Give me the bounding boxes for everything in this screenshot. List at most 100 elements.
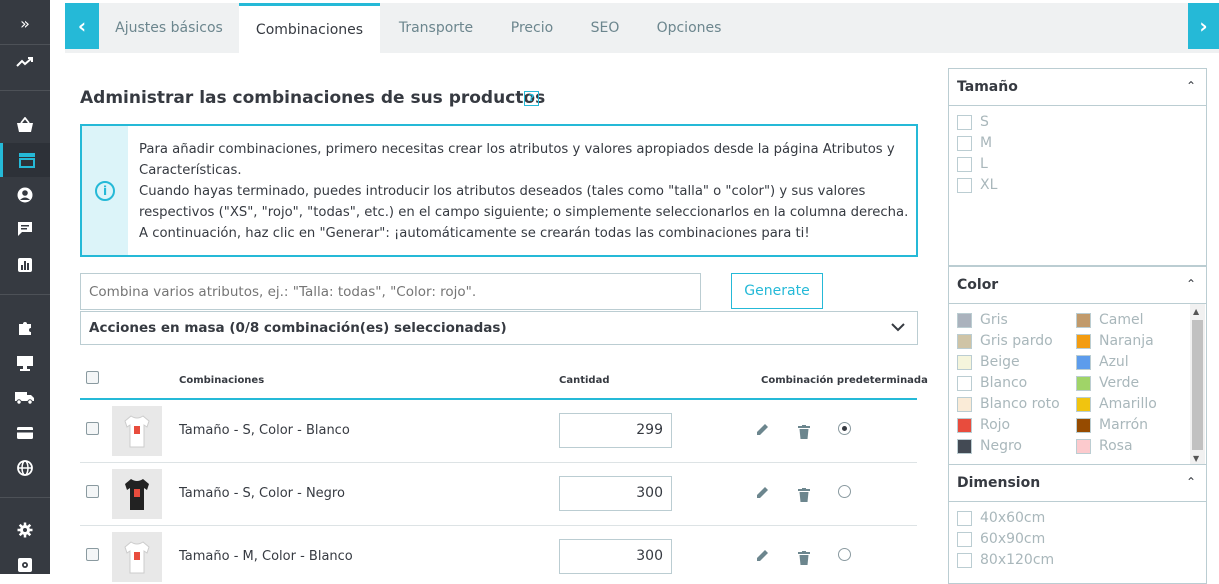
delete-icon[interactable] — [798, 550, 812, 565]
color-option-label: Rosa — [1099, 438, 1133, 454]
edit-icon[interactable] — [756, 548, 770, 566]
puzzle-icon[interactable] — [0, 311, 50, 345]
info-alert: i Para añadir combinaciones, primero nec… — [80, 124, 918, 257]
color-option-azul[interactable]: Azul — [1076, 354, 1129, 370]
color-option-camel[interactable]: Camel — [1076, 312, 1144, 328]
edit-icon[interactable] — [756, 422, 770, 440]
color-swatch — [957, 333, 972, 349]
store-icon[interactable] — [0, 143, 50, 177]
default-combination-radio[interactable] — [838, 485, 851, 498]
color-panel-scrollbar[interactable]: ▲ ▼ — [1190, 304, 1205, 466]
left-sidebar: » — [0, 0, 50, 574]
gear-icon[interactable] — [0, 513, 50, 547]
color-swatch — [1076, 396, 1091, 412]
scroll-up-icon[interactable]: ▲ — [1193, 307, 1199, 316]
color-swatch — [1076, 354, 1091, 370]
combination-name: Tamaño - M, Color - Blanco — [179, 549, 353, 564]
tabs-next-button[interactable]: › — [1188, 3, 1219, 49]
color-option-label: Azul — [1099, 354, 1129, 370]
color-option-verde[interactable]: Verde — [1076, 375, 1139, 391]
color-swatch — [957, 312, 972, 328]
color-swatch — [1076, 375, 1091, 391]
bulk-actions-dropdown[interactable]: Acciones en masa (0/8 combinación(es) se… — [80, 311, 918, 345]
color-option-naranja[interactable]: Naranja — [1076, 333, 1154, 349]
color-option-label: Marrón — [1099, 417, 1149, 433]
row-checkbox[interactable] — [86, 422, 99, 435]
quantity-input[interactable]: 300 — [559, 476, 672, 511]
edit-icon[interactable] — [756, 485, 770, 503]
delete-icon[interactable] — [798, 487, 812, 502]
color-option-rosa[interactable]: Rosa — [1076, 438, 1133, 454]
color-option-label: Negro — [980, 438, 1022, 454]
tab-opciones[interactable]: Opciones — [638, 3, 740, 53]
color-option-marrón[interactable]: Marrón — [1076, 417, 1148, 433]
color-option-label: Beige — [980, 354, 1020, 370]
dimension-panel-header[interactable]: Dimension ⌃ — [949, 465, 1206, 502]
size-attribute-panel: Tamaño ⌃ S M L XL — [948, 68, 1207, 266]
tab-combinaciones[interactable]: Combinaciones — [239, 3, 380, 53]
color-swatch — [957, 438, 972, 454]
user-icon[interactable] — [0, 178, 50, 212]
attribute-checkbox-l[interactable]: L — [957, 156, 988, 172]
color-option-negro[interactable]: Negro — [957, 438, 1022, 454]
attribute-checkbox-m[interactable]: M — [957, 135, 992, 151]
tabs-prev-button[interactable]: ‹ — [65, 3, 99, 49]
color-option-label: Gris — [980, 312, 1008, 328]
monitor-icon[interactable] — [0, 346, 50, 380]
row-checkbox[interactable] — [86, 485, 99, 498]
tab-precio[interactable]: Precio — [492, 3, 572, 53]
globe-icon[interactable] — [0, 451, 50, 485]
size-panel-header[interactable]: Tamaño ⌃ — [949, 69, 1206, 106]
color-panel-header[interactable]: Color ⌃ — [949, 267, 1206, 304]
double-chevron-right-icon[interactable]: » — [0, 6, 50, 40]
bulk-actions-label: Acciones en masa (0/8 combinación(es) se… — [89, 320, 507, 336]
color-option-blanco[interactable]: Blanco — [957, 375, 1027, 391]
scroll-down-icon[interactable]: ▼ — [1193, 454, 1199, 463]
color-option-gris[interactable]: Gris — [957, 312, 1008, 328]
tab-seo[interactable]: SEO — [572, 3, 638, 53]
tab-transporte[interactable]: Transporte — [380, 3, 492, 53]
attribute-checkbox-s[interactable]: S — [957, 114, 989, 130]
default-combination-radio[interactable] — [838, 548, 851, 561]
select-all-checkbox[interactable] — [86, 371, 99, 384]
product-thumbnail — [112, 532, 162, 582]
color-swatch — [1076, 438, 1091, 454]
color-swatch — [957, 354, 972, 370]
combination-name: Tamaño - S, Color - Blanco — [179, 423, 350, 438]
default-combination-radio[interactable] — [838, 422, 851, 435]
trending-up-icon[interactable] — [0, 45, 50, 79]
attribute-checkbox-xl[interactable]: XL — [957, 177, 997, 193]
color-option-amarillo[interactable]: Amarillo — [1076, 396, 1157, 412]
combination-input[interactable] — [80, 273, 701, 310]
chevron-up-icon: ⌃ — [1185, 277, 1196, 291]
tab-ajustes-basicos[interactable]: Ajustes básicos — [99, 3, 239, 53]
basket-icon[interactable] — [0, 108, 50, 142]
attribute-checkbox-40x60[interactable]: 40x60cm — [957, 510, 1045, 526]
product-tabs: ‹ Ajustes básicos Combinaciones Transpor… — [65, 3, 1219, 53]
color-option-label: Blanco — [980, 375, 1028, 391]
credit-card-icon[interactable] — [0, 416, 50, 450]
color-option-beige[interactable]: Beige — [957, 354, 1020, 370]
generate-button[interactable]: Generate — [731, 273, 823, 309]
color-option-gris-pardo[interactable]: Gris pardo — [957, 333, 1053, 349]
color-option-label: Verde — [1099, 375, 1140, 391]
color-option-label: Naranja — [1099, 333, 1154, 349]
bar-chart-icon[interactable] — [0, 248, 50, 282]
settings-box-icon[interactable] — [0, 548, 50, 582]
help-icon[interactable]: ? — [524, 91, 539, 106]
color-option-rojo[interactable]: Rojo — [957, 417, 1010, 433]
attribute-checkbox-80x120[interactable]: 80x120cm — [957, 552, 1054, 568]
truck-icon[interactable] — [0, 381, 50, 415]
chat-icon[interactable] — [0, 212, 50, 246]
color-option-blanco-roto[interactable]: Blanco roto — [957, 396, 1060, 412]
column-header-quantity: Cantidad — [559, 375, 610, 386]
quantity-input[interactable]: 299 — [559, 413, 672, 448]
dimension-attribute-panel: Dimension ⌃ 40x60cm 60x90cm 80x120cm — [948, 464, 1207, 584]
column-header-combinations: Combinaciones — [179, 375, 265, 386]
row-checkbox[interactable] — [86, 548, 99, 561]
quantity-input[interactable]: 300 — [559, 539, 672, 574]
chevron-up-icon: ⌃ — [1185, 475, 1196, 489]
attribute-checkbox-60x90[interactable]: 60x90cm — [957, 531, 1045, 547]
page-title: Administrar las combinaciones de sus pro… — [80, 88, 546, 108]
delete-icon[interactable] — [798, 424, 812, 439]
